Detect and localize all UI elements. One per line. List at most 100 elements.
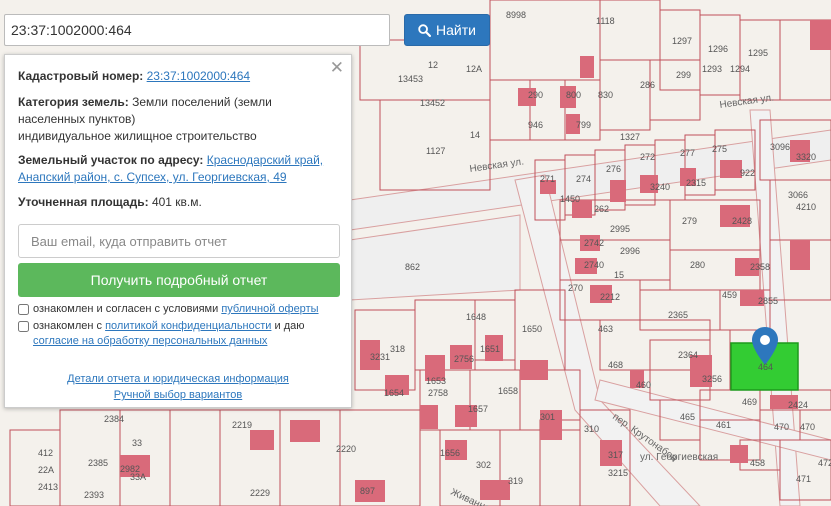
parcel-label: 800 [566,90,581,100]
parcel-label: 470 [774,422,789,432]
parcel-label: 458 [750,458,765,468]
parcel-label: 3096 [770,142,790,152]
parcel-label: 277 [680,148,695,158]
parcel-label: 1653 [426,376,446,386]
parcel-label: 1297 [672,36,692,46]
parcel-label: 2742 [584,238,604,248]
parcel-label: 461 [716,420,731,430]
parcel-label: 274 [576,174,591,184]
parcel-label: 270 [568,283,583,293]
search-icon [418,23,432,37]
parcel-label: 12A [466,64,482,74]
get-report-button[interactable]: Получить подробный отчет [18,263,340,297]
parcel-label: 2212 [600,292,620,302]
privacy-text-2: и даю [274,320,305,332]
parcel-label: 2740 [584,260,604,270]
parcel-label: 2220 [336,444,356,454]
parcel-label: 2995 [610,224,630,234]
area-label: Уточненная площадь: [18,195,149,209]
parcel-label: 2364 [678,350,698,360]
parcel-label: 2758 [428,388,448,398]
address-row: Земельный участок по адресу: Краснодарск… [18,152,338,186]
offer-text: ознакомлен и согласен с условиями [33,303,219,315]
parcel-label: 3066 [788,190,808,200]
address-label: Земельный участок по адресу: [18,153,204,167]
parcel-label: 318 [390,344,405,354]
parcel-label: 1127 [426,146,445,156]
parcel-label: 33 [132,438,142,448]
parcel-label: 459 [722,290,737,300]
address-link-line2[interactable]: Анапский район, с. Супсех, ул. Георгиевс… [18,170,287,184]
parcel-label: 319 [508,476,523,486]
parcel-label: 2855 [758,296,778,306]
privacy-policy-link[interactable]: политикой конфиденциальности [105,320,271,332]
parcel-label: 275 [712,144,727,154]
parcel-label: 272 [640,152,655,162]
parcel-label: 946 [528,120,543,130]
offer-checkbox[interactable] [18,304,29,315]
parcel-label: 3240 [650,182,670,192]
parcel-label: 3320 [796,152,816,162]
parcel-label: 2315 [686,178,706,188]
street-label: ул. Георгиевская [640,452,718,463]
parcel-label: 13452 [420,98,445,108]
parcel-label: 4210 [796,202,816,212]
parcel-label: 22A [38,465,54,475]
parcel-label: 3256 [702,374,722,384]
parcel-label: 897 [360,486,375,496]
personal-data-consent-link[interactable]: согласие на обработку персональных данны… [33,335,267,347]
report-details-link[interactable]: Детали отчета и юридическая информация [67,373,289,385]
cadastral-number-link[interactable]: 23:37:1002000:464 [147,69,250,83]
offer-agreement: ознакомлен и согласен с условиями публич… [18,302,344,317]
parcel-label: 290 [528,90,543,100]
parcel-label: 2358 [750,262,770,272]
parcel-label: 1295 [748,48,768,58]
parcel-label: 1294 [730,64,750,74]
parcel-label: 1658 [498,386,518,396]
privacy-checkbox[interactable] [18,321,29,332]
parcel-label: 302 [476,460,491,470]
parcel-label: 3215 [608,468,628,478]
details-link-wrap: Детали отчета и юридическая информация [5,373,351,385]
parcel-label: 1654 [384,388,404,398]
parcel-label: 1327 [620,132,640,142]
privacy-agreement: ознакомлен с политикой конфиденциальност… [18,319,344,349]
parcel-label: 460 [636,380,651,390]
parcel-label: 2219 [232,420,252,430]
parcel-label: 463 [598,324,613,334]
parcel-label: 2756 [454,354,474,364]
search-input[interactable] [4,14,390,46]
parcel-label: 830 [598,90,613,100]
parcel-label: 280 [690,260,705,270]
parcel-label: 2428 [732,216,752,226]
parcel-label: 14 [470,130,480,140]
parcel-label: 412 [38,448,53,458]
public-offer-link[interactable]: публичной оферты [221,303,318,315]
parcel-label: 1648 [466,312,486,322]
parcel-label: 464 [758,362,773,372]
parcel-label: 2385 [88,458,108,468]
parcel-label: 471 [796,474,811,484]
parcel-label: 262 [594,204,609,214]
parcel-label: 33A [130,472,146,482]
parcel-label: 472 [818,458,831,468]
parcel-label: 799 [576,120,591,130]
parcel-info-panel: ✕ Кадастровый номер: 23:37:1002000:464 К… [4,54,352,408]
email-field[interactable] [18,224,340,258]
parcel-label: 465 [680,412,695,422]
parcel-label: 2229 [250,488,270,498]
parcel-label: 2365 [668,310,688,320]
address-link-line1[interactable]: Краснодарский край, [207,153,323,167]
parcel-label: 15 [614,270,624,280]
manual-link-wrap: Ручной выбор вариантов [5,389,351,401]
parcel-label: 1118 [596,16,615,26]
manual-selection-link[interactable]: Ручной выбор вариантов [114,389,242,401]
land-category-label: Категория земель: [18,95,129,109]
parcel-label: 1650 [522,324,542,334]
land-usage-value: индивидуальное жилищное строительство [18,129,257,143]
parcel-label: 1296 [708,44,728,54]
search-button[interactable]: Найти [404,14,490,46]
parcel-label: 2384 [104,414,124,424]
parcel-label: 469 [742,397,757,407]
parcel-label: 1656 [440,448,460,458]
